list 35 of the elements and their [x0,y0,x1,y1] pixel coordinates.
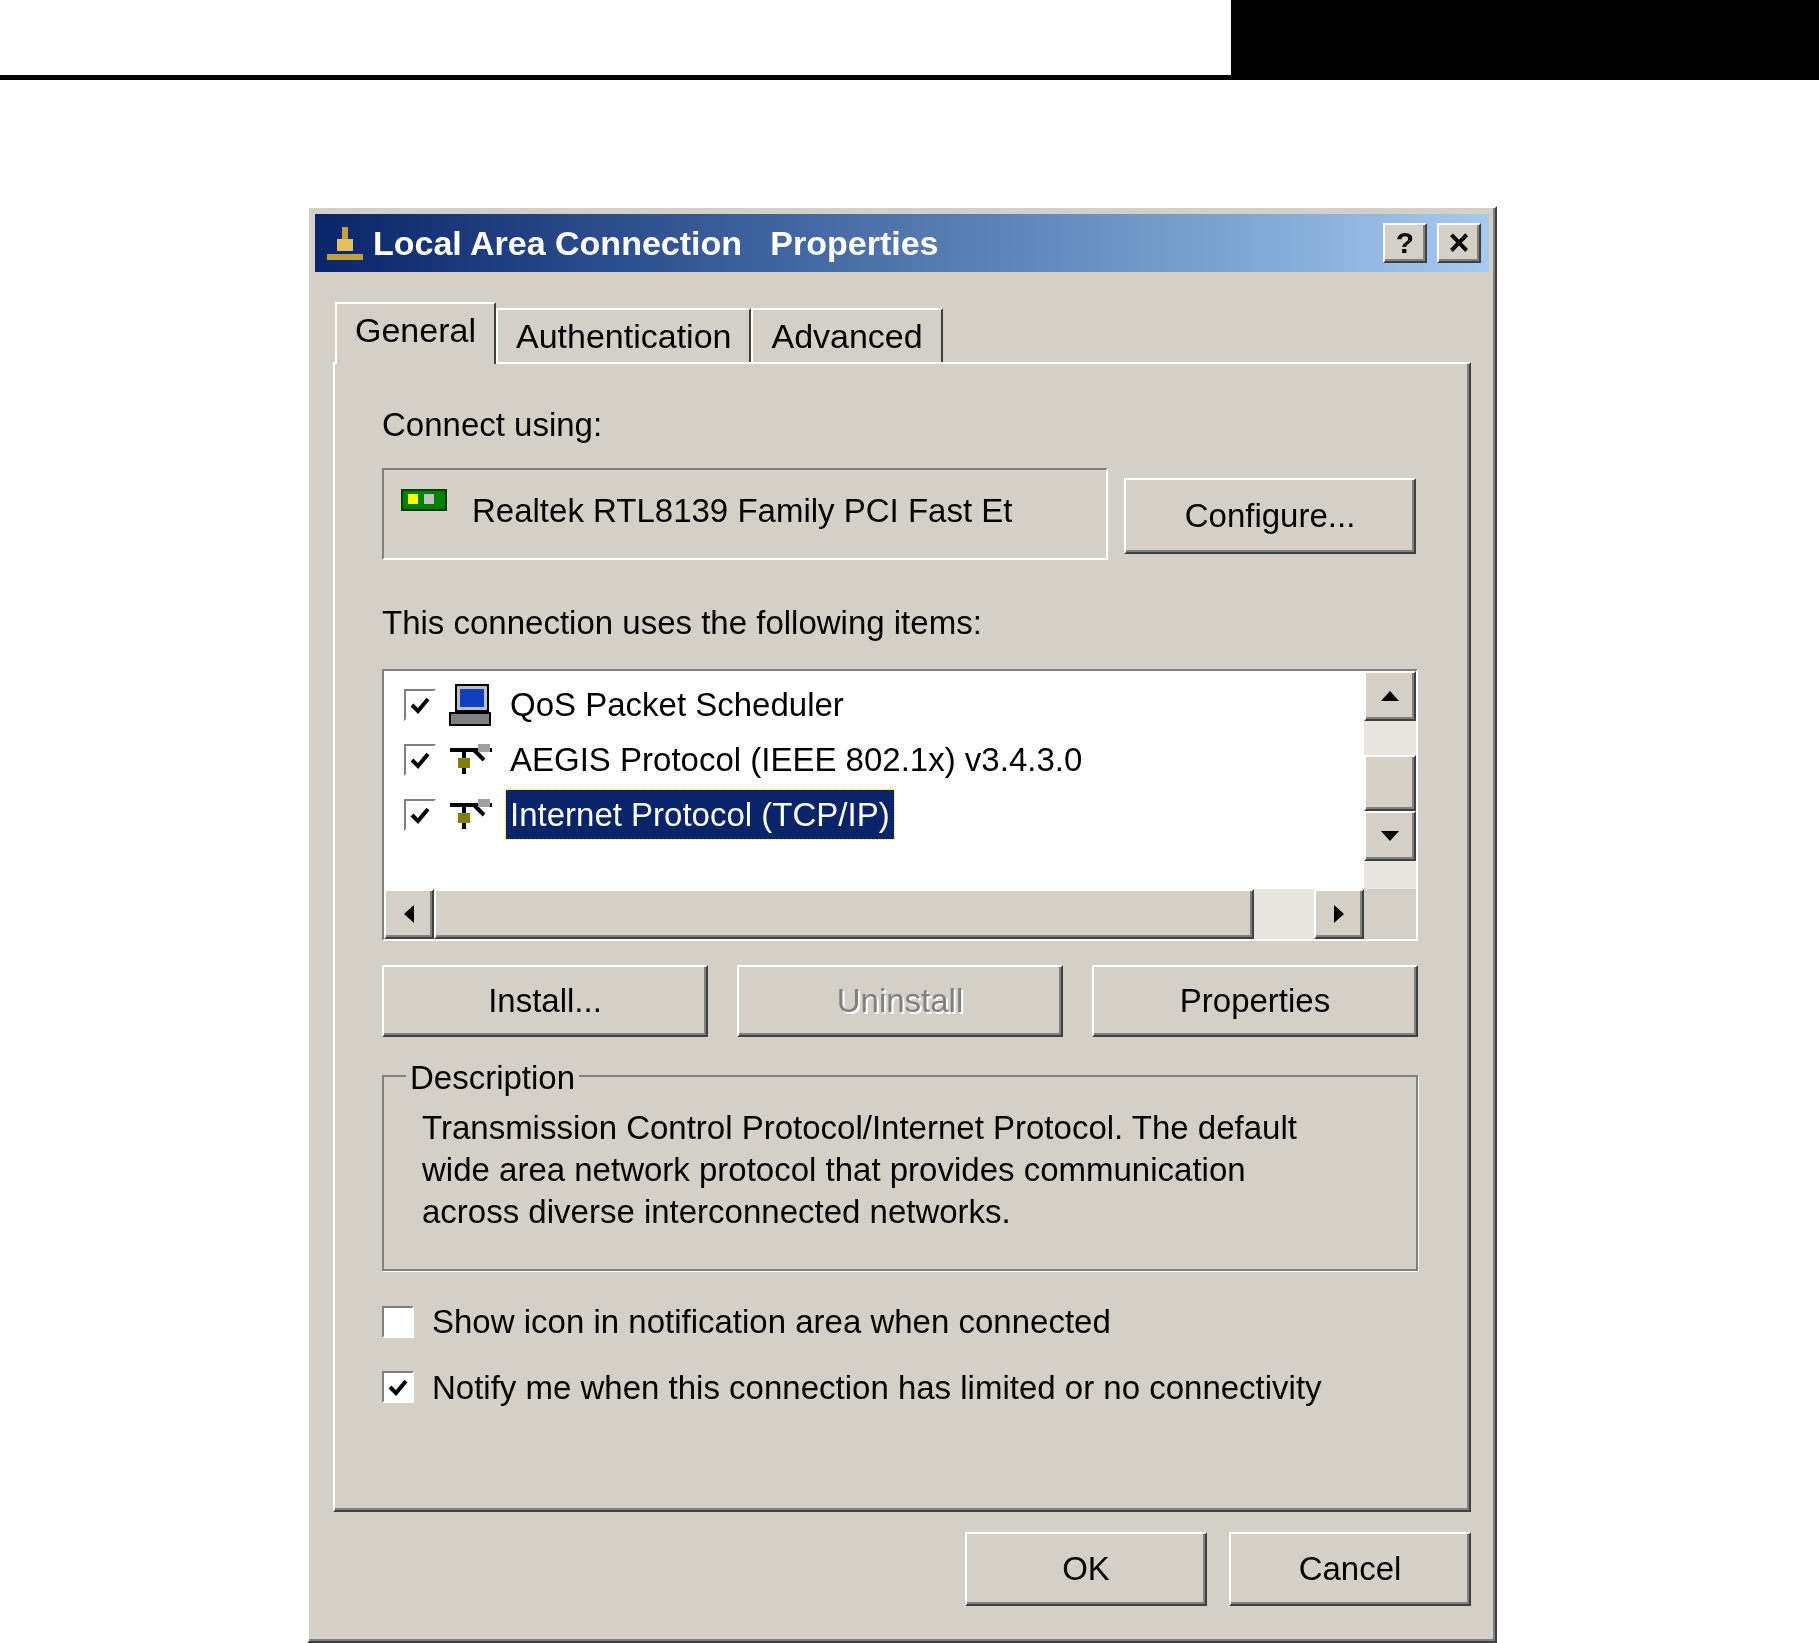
tab[interactable]: General [335,302,496,364]
down-arrow-icon [1381,831,1399,841]
items-label: This connection uses the following items: [382,602,983,643]
option-checkbox[interactable] [382,1305,414,1338]
adapter-name: Realtek RTL8139 Family PCI Fast Et [472,490,1013,531]
list-item[interactable]: Internet Protocol (TCP/IP) [506,789,894,840]
dialog-button[interactable]: OK [965,1532,1207,1606]
close-button[interactable]: × [1437,223,1481,263]
left-arrow-icon [404,905,414,923]
scroll-left-button[interactable] [384,889,434,939]
computer-icon [448,682,494,727]
scroll-down-button[interactable] [1364,811,1416,861]
scroll-up-button[interactable] [1364,671,1416,721]
dialog-button[interactable]: Cancel [1229,1532,1471,1606]
check-icon [388,1377,408,1398]
right-arrow-icon [1334,905,1344,923]
action-button[interactable]: Properties [1092,965,1418,1037]
scroll-right-button[interactable] [1314,889,1364,939]
list-item[interactable]: AEGIS Protocol (IEEE 802.1x) v3.4.3.0 [506,734,1087,785]
configure-button[interactable]: Configure... [1124,477,1416,554]
list-item[interactable]: QoS Packet Scheduler [506,679,848,730]
tab[interactable]: Advanced [751,308,943,362]
window-title: Local Area Connection Properties [373,222,940,264]
option-checkbox[interactable] [382,1371,414,1404]
scroll-thumb[interactable] [434,889,1254,939]
connect-using-label: Connect using: [382,405,604,445]
description-text: Transmission Control Protocol/Internet Protocol. The default wide area network protocol that provides communication across diverse interconnected networks. [422,1108,1298,1232]
help-button[interactable]: ? [1383,223,1427,263]
action-button[interactable]: Install... [382,965,708,1037]
up-arrow-icon [1381,691,1399,701]
option-label: Notify me when this connection has limited or no connectivity [432,1367,1322,1408]
tab[interactable]: Authentication [495,308,752,362]
option-label: Show icon in notification area when connected [432,1302,1111,1342]
scroll-thumb[interactable] [1364,755,1416,811]
scrollbar-corner [1364,889,1416,939]
